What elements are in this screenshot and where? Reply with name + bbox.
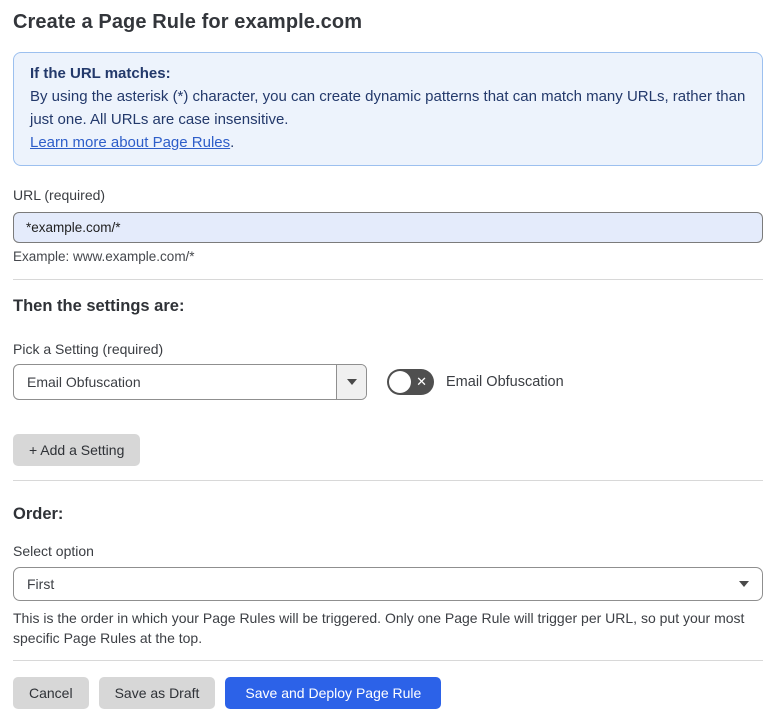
setting-select[interactable]: Email Obfuscation: [13, 364, 367, 400]
url-input[interactable]: [13, 212, 763, 243]
email-obfuscation-toggle[interactable]: ✕: [387, 369, 434, 395]
settings-section-heading: Then the settings are:: [13, 297, 185, 315]
order-section-heading: Order:: [13, 505, 64, 523]
order-select-label: Select option: [13, 543, 94, 559]
setting-row: Email Obfuscation ✕ Email Obfuscation: [13, 364, 763, 400]
cancel-button[interactable]: Cancel: [13, 677, 89, 709]
toggle-knob: [389, 371, 411, 393]
order-select-value: First: [27, 576, 55, 592]
section-divider: [13, 660, 763, 661]
url-field-label: URL (required): [13, 187, 106, 203]
pick-setting-label: Pick a Setting (required): [13, 341, 164, 357]
info-box-heading: If the URL matches:: [30, 65, 171, 82]
order-select[interactable]: First: [13, 567, 763, 601]
setting-select-value: Email Obfuscation: [27, 374, 141, 390]
toggle-label: Email Obfuscation: [446, 374, 564, 390]
section-divider: [13, 279, 763, 280]
chevron-down-icon: [739, 581, 749, 587]
save-deploy-button[interactable]: Save and Deploy Page Rule: [225, 677, 442, 709]
url-example-hint: Example: www.example.com/*: [13, 249, 195, 264]
url-match-info-box: If the URL matches: By using the asteris…: [13, 52, 763, 166]
learn-more-link[interactable]: Learn more about Page Rules: [30, 134, 230, 151]
save-draft-button[interactable]: Save as Draft: [98, 677, 216, 709]
x-icon: ✕: [416, 374, 427, 389]
footer-actions: Cancel Save as Draft Save and Deploy Pag…: [13, 677, 763, 709]
section-divider: [13, 480, 763, 481]
order-help-text: This is the order in which your Page Rul…: [13, 610, 745, 646]
add-setting-button[interactable]: + Add a Setting: [13, 434, 141, 466]
page-title: Create a Page Rule for example.com: [13, 11, 363, 33]
info-box-link-line: Learn more about Page Rules.: [30, 131, 746, 154]
info-box-body: By using the asterisk (*) character, you…: [30, 88, 746, 128]
link-suffix-period: .: [230, 134, 235, 151]
chevron-down-icon[interactable]: [336, 365, 366, 399]
create-page-rule-form: Create a Page Rule for example.com If th…: [0, 0, 775, 709]
triangle-glyph: [346, 379, 357, 385]
